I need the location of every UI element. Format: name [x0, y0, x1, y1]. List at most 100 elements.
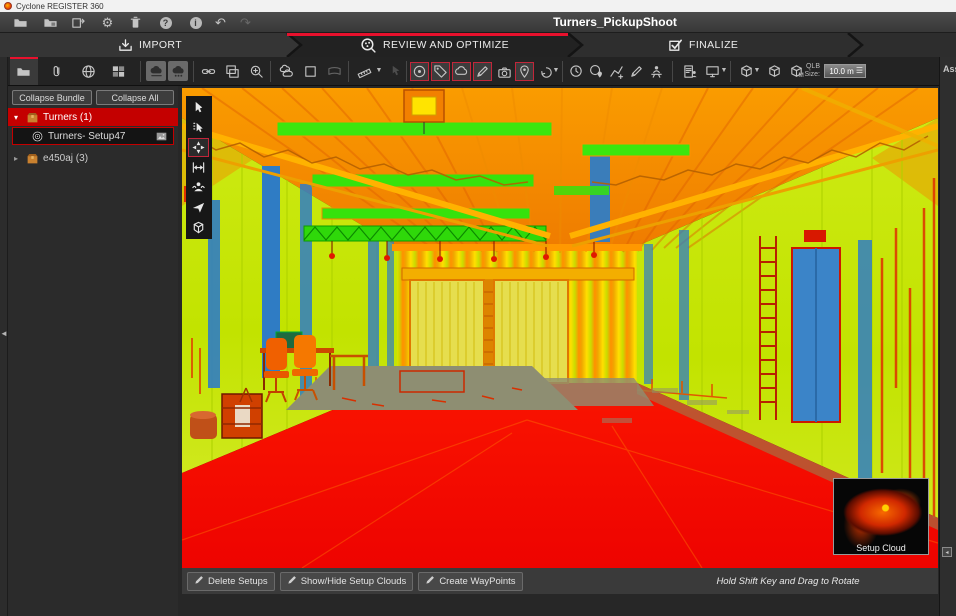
- globe-clock-icon[interactable]: [566, 61, 587, 82]
- tab-review-label: REVIEW AND OPTIMIZE: [383, 39, 510, 51]
- ribbon-separator: [270, 61, 271, 82]
- storage-icon[interactable]: [127, 14, 144, 31]
- active-ribbon-tab-marker: [10, 57, 38, 59]
- paperclip-links-icon[interactable]: [46, 61, 67, 82]
- delete-setups-icon: [194, 574, 205, 588]
- import-project-icon[interactable]: [42, 14, 59, 31]
- create-waypoints-label: Create WayPoints: [439, 575, 516, 587]
- swirl-dropdown-caret-icon[interactable]: ▼: [552, 67, 560, 74]
- delete-setups-button[interactable]: Delete Setups: [187, 571, 275, 591]
- delete-setups-label: Delete Setups: [208, 575, 268, 587]
- ribbon-separator: [562, 61, 563, 82]
- qlb-size-label: QLB Size:: [804, 63, 820, 78]
- tree-expand-caret-icon[interactable]: ▾: [14, 113, 22, 122]
- settings-gear-icon[interactable]: ⚙: [99, 14, 116, 31]
- tab-review-and-optimize[interactable]: REVIEW AND OPTIMIZE: [360, 33, 509, 57]
- setup-target-icon: [31, 130, 44, 143]
- polyline-add-icon[interactable]: [606, 61, 627, 82]
- undo-icon[interactable]: ↶: [212, 14, 229, 31]
- collapse-all-button[interactable]: Collapse All: [96, 90, 174, 105]
- zoom-region-icon[interactable]: [246, 61, 267, 82]
- report-person-icon[interactable]: [680, 61, 701, 82]
- cube-dropdown-caret-icon[interactable]: ▼: [753, 67, 761, 74]
- orbit-pan-tool[interactable]: [188, 138, 209, 157]
- square-select-icon[interactable]: [300, 61, 321, 82]
- select-cursor-tool[interactable]: [188, 98, 209, 117]
- tree-collapsed-caret-icon[interactable]: ▸: [14, 154, 22, 163]
- help-icon[interactable]: ?: [157, 14, 174, 31]
- globe-sites-icon[interactable]: [78, 61, 99, 82]
- finalize-checkbox-icon: [669, 39, 682, 51]
- cube-view-tool[interactable]: [188, 218, 209, 237]
- link-icon[interactable]: [198, 61, 219, 82]
- tab-finalize[interactable]: FINALIZE: [668, 33, 738, 57]
- setup-cloud-view-1-icon[interactable]: [146, 61, 166, 81]
- import-tray-icon: [119, 38, 132, 51]
- project-folder-tab-icon[interactable]: [13, 61, 34, 82]
- tag-annotation-icon[interactable]: [431, 62, 450, 81]
- info-icon[interactable]: i: [187, 14, 204, 31]
- setup-cloud-view-2-icon[interactable]: [168, 61, 188, 81]
- qlb-slider-grip-icon[interactable]: ☰: [856, 67, 863, 75]
- target-tool-icon[interactable]: [410, 62, 429, 81]
- show-hide-setup-clouds-label: Show/Hide Setup Clouds: [300, 575, 407, 587]
- person-setup-icon[interactable]: [646, 61, 667, 82]
- tab-import[interactable]: IMPORT: [118, 33, 182, 57]
- tree-item-label: Turners (1): [43, 111, 93, 123]
- qlb-size-value: 10.0 m: [829, 66, 854, 76]
- screen-dropdown-caret-icon[interactable]: ▼: [720, 67, 728, 74]
- cloud-pair-icon[interactable]: [276, 61, 297, 82]
- window-title: Cyclone REGISTER 360: [16, 1, 104, 11]
- location-pin-icon[interactable]: [515, 62, 534, 81]
- project-sidebar: Collapse Bundle Collapse All ▾ Turners (…: [8, 86, 178, 616]
- qlb-size-input[interactable]: 10.0 m ☰: [824, 64, 866, 78]
- thumbnail-collage-icon[interactable]: [108, 61, 129, 82]
- viewport-tool-palette: [186, 96, 212, 239]
- ribbon-separator: [140, 61, 141, 82]
- panel-toggle-icon[interactable]: ◂: [942, 547, 952, 557]
- show-hide-setup-clouds-icon: [287, 574, 298, 588]
- assets-panel-label[interactable]: Assets: [943, 64, 956, 74]
- tree-item-turners-setup47[interactable]: Turners- Setup47: [12, 127, 174, 145]
- ribbon-separator: [348, 61, 349, 82]
- ribbon-separator: [406, 61, 407, 82]
- show-hide-setup-clouds-button[interactable]: Show/Hide Setup Clouds: [279, 571, 414, 591]
- cloud-annotation-icon[interactable]: [452, 62, 471, 81]
- camera-snapshot-icon[interactable]: [494, 62, 515, 83]
- point-cloud-viewport[interactable]: Setup Cloud: [182, 88, 938, 568]
- setup-cloud-preview-image: [836, 481, 926, 552]
- cursor-pin-icon[interactable]: [386, 61, 407, 82]
- measure-dropdown-caret-icon[interactable]: ▼: [375, 67, 383, 74]
- image-thumbnail-badge-icon[interactable]: [154, 131, 169, 142]
- collapse-bundle-button[interactable]: Collapse Bundle: [12, 90, 92, 105]
- cube-box-icon[interactable]: [764, 61, 785, 82]
- ribbon-separator: [730, 61, 731, 82]
- pen-draw-icon[interactable]: [626, 61, 647, 82]
- panorama-icon[interactable]: [324, 61, 345, 82]
- redo-icon[interactable]: ↷: [237, 14, 254, 31]
- sidebar-collapse-arrow-icon[interactable]: ◄: [0, 329, 8, 338]
- cyclone-register-360-window: { "window": { "title": "Cyclone REGISTER…: [0, 0, 956, 616]
- panoramic-view-tool[interactable]: [188, 178, 209, 197]
- bundle-icon: [26, 111, 39, 124]
- setup-cloud-label: Setup Cloud: [856, 543, 906, 553]
- tab-finalize-label: FINALIZE: [689, 39, 739, 51]
- tree-item-turners-bundle[interactable]: ▾ Turners (1): [8, 108, 178, 126]
- create-waypoints-icon: [425, 574, 436, 588]
- setup-cloud-thumbnail[interactable]: Setup Cloud: [833, 478, 929, 555]
- tree-item-e450aj-bundle[interactable]: ▸ e450aj (3): [8, 149, 178, 167]
- tree-item-label: e450aj (3): [43, 152, 89, 164]
- assets-panel-collapsed[interactable]: Assets ◂: [939, 57, 956, 616]
- title-bar: Cyclone REGISTER 360: [0, 0, 956, 12]
- select-area-tool[interactable]: [188, 118, 209, 137]
- fly-navigate-tool[interactable]: [188, 198, 209, 217]
- ribbon-toolbar: ▼ ▼ ▼ ▼ M QLB Size: 10.0 m ☰: [0, 57, 956, 86]
- overlap-windows-icon[interactable]: [222, 61, 243, 82]
- open-project-icon[interactable]: [12, 14, 29, 31]
- measure-ruler-icon[interactable]: [354, 61, 375, 82]
- measure-distance-tool[interactable]: [188, 158, 209, 177]
- create-waypoints-button[interactable]: Create WayPoints: [418, 571, 523, 591]
- export-icon[interactable]: [70, 14, 87, 31]
- pen-markup-icon[interactable]: [473, 62, 492, 81]
- globe-pin-icon[interactable]: [586, 61, 607, 82]
